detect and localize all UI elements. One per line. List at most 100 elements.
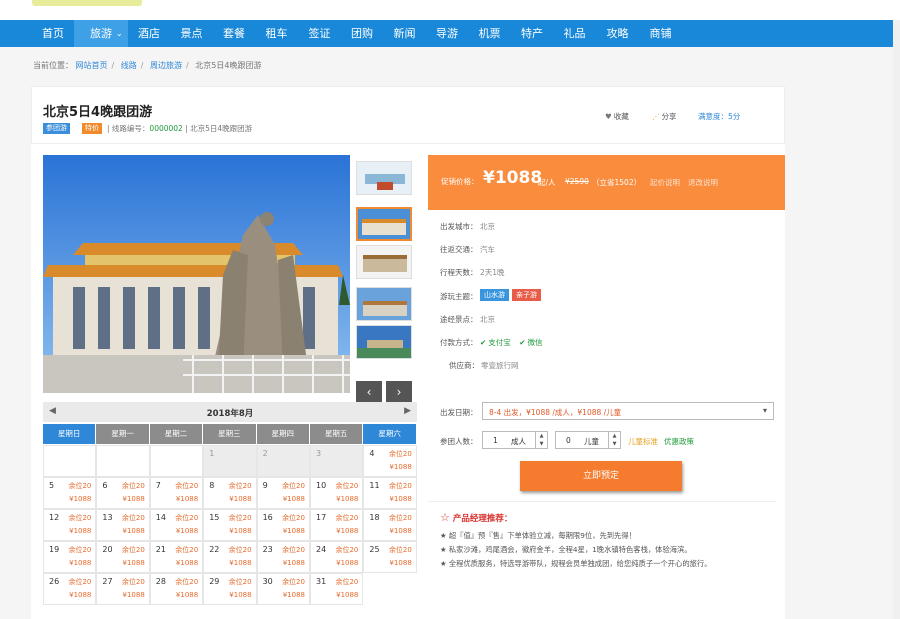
calendar-seats: 余位20 xyxy=(388,482,412,490)
nav-item[interactable]: 礼品 xyxy=(553,20,596,47)
adult-stepper[interactable]: 1 成人 ▲ ▼ xyxy=(482,431,548,449)
price-saving: （立省1502） xyxy=(592,178,642,187)
calendar-day[interactable]: 17 余位20 ¥1088 xyxy=(310,509,364,541)
breadcrumb-link-nearby[interactable]: 周边旅游 xyxy=(150,61,182,70)
nav-item[interactable]: 商铺 xyxy=(639,20,682,47)
calendar-day[interactable]: 11 余位20 ¥1088 xyxy=(363,477,417,509)
calendar-weekday: 星期三 xyxy=(203,424,256,444)
calendar-day[interactable]: 25 余位20 ¥1088 xyxy=(363,541,417,573)
calendar-day[interactable]: 19 余位20 ¥1088 xyxy=(43,541,97,573)
thumbnail-next-button[interactable]: › xyxy=(386,381,412,403)
thumbnail[interactable] xyxy=(356,325,412,359)
thumbnail-prev-button[interactable]: ‹ xyxy=(356,381,382,403)
calendar-day[interactable]: 10 余位20 ¥1088 xyxy=(310,477,364,509)
nav-item[interactable]: 租车 xyxy=(255,20,298,47)
calendar-seats: 余位20 xyxy=(121,546,145,554)
stepper-arrows-icon[interactable]: ▲ ▼ xyxy=(608,432,620,448)
child-standard-link[interactable]: 儿童标准 xyxy=(628,436,658,447)
calendar-day[interactable]: 23 余位20 ¥1088 xyxy=(256,541,310,573)
calendar-day[interactable]: 6 余位20 ¥1088 xyxy=(96,477,150,509)
nav-item[interactable]: 导游 xyxy=(426,20,468,47)
supplier-link[interactable]: 零壹旅行网 xyxy=(481,360,519,371)
stepper-arrows-icon[interactable]: ▲ ▼ xyxy=(535,432,547,448)
nav-item[interactable]: 攻略 xyxy=(596,20,639,47)
calendar-day[interactable]: 15 余位20 ¥1088 xyxy=(203,509,257,541)
nav-item[interactable]: 签证 xyxy=(298,20,341,47)
info-days: 行程天数： 2天1晚 xyxy=(440,267,505,278)
calendar-day[interactable]: 20 余位20 ¥1088 xyxy=(96,541,150,573)
theme-label: 游玩主题： xyxy=(440,292,478,301)
transport-value: 汽车 xyxy=(480,245,495,254)
calendar-day-number: 11 xyxy=(369,481,380,490)
nav-item[interactable]: 机票 xyxy=(468,20,511,47)
nav-item[interactable]: 景点 xyxy=(170,20,213,47)
calendar-day-number: 16 xyxy=(262,513,273,522)
transport-label: 往返交通： xyxy=(440,245,478,254)
calendar-day[interactable]: 28 余位20 ¥1088 xyxy=(149,573,204,605)
recommend-title-text: 产品经理推荐： xyxy=(452,514,513,524)
calendar-day-number: 15 xyxy=(209,513,220,522)
discount-link[interactable]: 优惠政策 xyxy=(664,436,694,447)
calendar-seats: 余位20 xyxy=(121,578,145,586)
calendar-day-number: 13 xyxy=(102,513,113,522)
calendar-day[interactable]: 14 余位20 ¥1088 xyxy=(149,509,204,541)
calendar-day[interactable]: 21 余位20 ¥1088 xyxy=(149,541,204,573)
calendar-cell xyxy=(43,445,97,477)
refund-note-link[interactable]: 退改说明 xyxy=(688,177,718,188)
calendar-day[interactable]: 7 余位20 ¥1088 xyxy=(149,477,204,509)
top-header-strip xyxy=(0,0,900,20)
calendar-day-number: 22 xyxy=(209,545,220,554)
site-logo[interactable] xyxy=(32,0,142,6)
calendar-day[interactable]: 9 余位20 ¥1088 xyxy=(256,477,310,509)
calendar-day[interactable]: 13 余位20 ¥1088 xyxy=(96,509,150,541)
calendar-seats: 余位20 xyxy=(335,514,359,522)
calendar-day[interactable]: 30 余位20 ¥1088 xyxy=(256,573,310,605)
calendar-day[interactable]: 26 余位20 ¥1088 xyxy=(43,573,97,605)
price-amount: ¥1088 xyxy=(483,168,543,188)
calendar-day[interactable]: 29 余位20 ¥1088 xyxy=(203,573,257,605)
price-note-link[interactable]: 起价说明 xyxy=(650,177,680,188)
theme-pill[interactable]: 山水游 xyxy=(480,289,509,301)
departure-date-select[interactable]: 8-4 出发，¥1088 /成人，¥1088 /儿童 ▾ xyxy=(482,402,774,420)
calendar-day[interactable]: 24 余位20 ¥1088 xyxy=(310,541,364,573)
calendar-day[interactable]: 5 余位20 ¥1088 xyxy=(43,477,97,509)
thumbnail-selected[interactable] xyxy=(356,207,412,241)
favorite-button[interactable]: ♥ 收藏 xyxy=(605,111,629,122)
nav-item[interactable]: 团购 xyxy=(341,20,383,47)
calendar-seats: 余位20 xyxy=(228,578,252,586)
calendar-seats: 余位20 xyxy=(175,578,199,586)
calendar-day[interactable]: 8 余位20 ¥1088 xyxy=(203,477,257,509)
page-scrollbar[interactable] xyxy=(893,20,900,619)
calendar-day[interactable]: 22 余位20 ¥1088 xyxy=(203,541,257,573)
calendar-price: ¥1088 xyxy=(122,495,145,503)
calendar-price: ¥1088 xyxy=(389,495,412,503)
share-button[interactable]: ⋰ 分享 xyxy=(652,111,677,122)
breadcrumb-link-home[interactable]: 网站首页 xyxy=(76,61,108,70)
thumbnail[interactable] xyxy=(356,287,412,321)
thumbnail[interactable] xyxy=(356,245,412,279)
book-now-button[interactable]: 立即预定 xyxy=(520,461,682,491)
calendar-day[interactable]: 18 余位20 ¥1088 xyxy=(363,509,417,541)
nav-item[interactable]: 套餐 xyxy=(213,20,255,47)
calendar-day[interactable]: 12 余位20 ¥1088 xyxy=(43,509,97,541)
thumbnail[interactable] xyxy=(356,161,412,195)
calendar-day-number: 21 xyxy=(155,545,166,554)
breadcrumb-current: 北京5日4晚跟团游 xyxy=(195,61,262,70)
calendar-cell xyxy=(149,445,204,477)
route-name: 北京5日4晚跟团游 xyxy=(190,124,253,133)
nav-item[interactable]: 酒店 xyxy=(128,20,170,47)
calendar-day[interactable]: 4 余位20 ¥1088 xyxy=(363,445,417,477)
calendar-day[interactable]: 31 余位20 ¥1088 xyxy=(310,573,364,605)
nav-item[interactable]: 特产 xyxy=(511,20,553,47)
calendar-seats: 余位20 xyxy=(68,514,92,522)
route-no-label: 线路编号： xyxy=(111,124,150,133)
breadcrumb-link-route[interactable]: 线路 xyxy=(121,61,137,70)
theme-pill[interactable]: 亲子游 xyxy=(512,289,541,301)
theme-values: 山水游 亲子游 xyxy=(480,289,544,301)
calendar-next-month-icon[interactable]: ▶ xyxy=(404,406,411,416)
nav-item[interactable]: 首页 xyxy=(32,20,74,47)
calendar-day[interactable]: 16 余位20 ¥1088 xyxy=(256,509,310,541)
calendar-day[interactable]: 27 余位20 ¥1088 xyxy=(96,573,150,605)
nav-item[interactable]: 新闻 xyxy=(383,20,426,47)
child-stepper[interactable]: 0 儿童 ▲ ▼ xyxy=(555,431,621,449)
